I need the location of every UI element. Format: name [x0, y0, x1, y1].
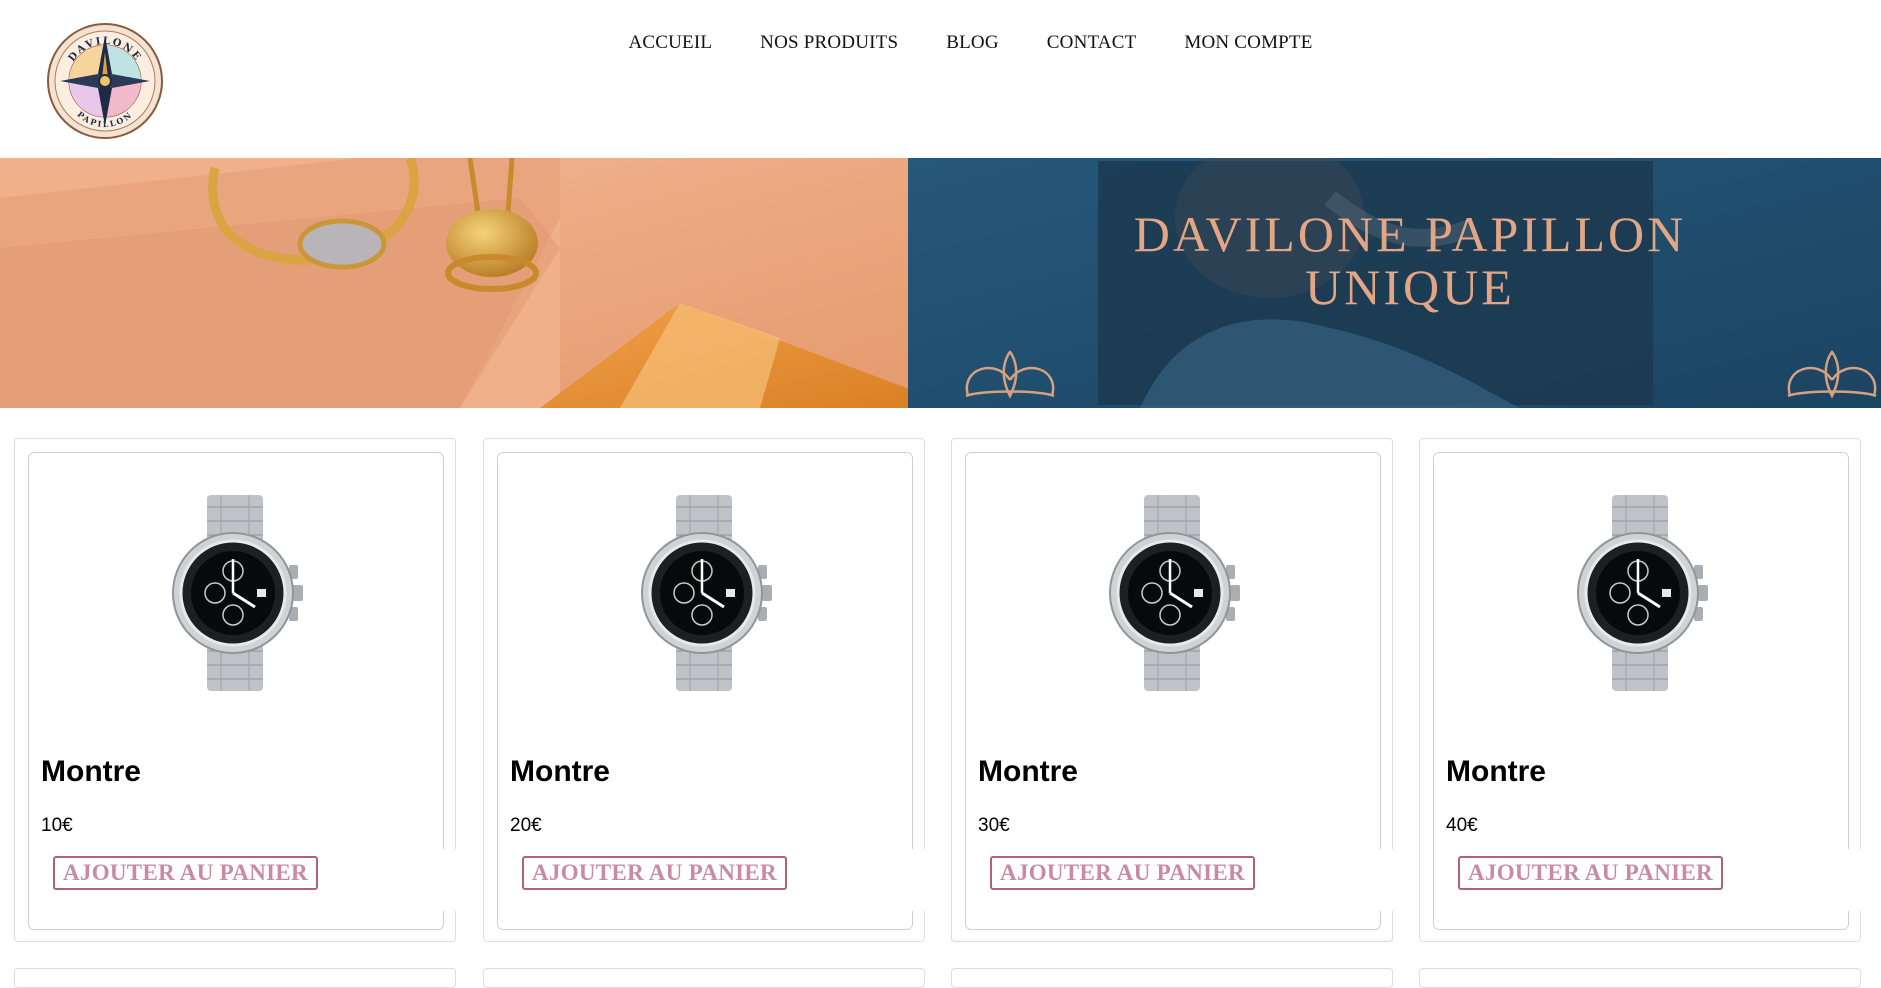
- banner-title-line1: DAVILONE PAPILLON: [1133, 206, 1687, 262]
- product-name: Montre: [510, 755, 610, 788]
- product-card-next-row: [14, 968, 456, 988]
- watch-image-icon[interactable]: [634, 495, 774, 691]
- product-price: 40€: [1446, 815, 1478, 836]
- product-price: 10€: [41, 815, 73, 836]
- product-card: Montre 40€ AJOUTER AU PANIER: [1419, 438, 1880, 942]
- watch-image-icon[interactable]: [1570, 495, 1710, 691]
- watch-image-icon[interactable]: [165, 495, 305, 691]
- site-header: DAVILONE PAPILLON ACCUEIL NOS PRODUITS B…: [0, 0, 1881, 158]
- nav-contact[interactable]: CONTACT: [1047, 32, 1137, 54]
- product-card: Montre 10€ AJOUTER AU PANIER: [14, 438, 475, 942]
- product-name: Montre: [1446, 755, 1546, 788]
- product-card-next-row: [1419, 968, 1861, 988]
- add-to-cart-button[interactable]: AJOUTER AU PANIER: [1458, 856, 1723, 890]
- banner-title-line2: UNIQUE: [1305, 259, 1515, 315]
- watch-image-icon[interactable]: [1102, 495, 1242, 691]
- product-price: 20€: [510, 815, 542, 836]
- product-card-next-row: [951, 968, 1393, 988]
- banner-title: DAVILONE PAPILLON UNIQUE: [1040, 208, 1780, 314]
- main-nav: ACCUEIL NOS PRODUITS BLOG CONTACT MON CO…: [0, 32, 1881, 54]
- nav-nos-produits[interactable]: NOS PRODUITS: [760, 32, 898, 54]
- product-price: 30€: [978, 815, 1010, 836]
- add-to-cart-button[interactable]: AJOUTER AU PANIER: [53, 856, 318, 890]
- nav-mon-compte[interactable]: MON COMPTE: [1184, 32, 1312, 54]
- product-card: Montre 30€ AJOUTER AU PANIER: [951, 438, 1412, 942]
- nav-blog[interactable]: BLOG: [946, 32, 999, 54]
- product-card-next-row: [483, 968, 925, 988]
- product-card: Montre 20€ AJOUTER AU PANIER: [483, 438, 944, 942]
- add-to-cart-button[interactable]: AJOUTER AU PANIER: [522, 856, 787, 890]
- add-to-cart-button[interactable]: AJOUTER AU PANIER: [990, 856, 1255, 890]
- nav-accueil[interactable]: ACCUEIL: [628, 32, 712, 54]
- product-name: Montre: [978, 755, 1078, 788]
- hero-banner: DAVILONE PAPILLON UNIQUE: [0, 158, 1881, 408]
- product-name: Montre: [41, 755, 141, 788]
